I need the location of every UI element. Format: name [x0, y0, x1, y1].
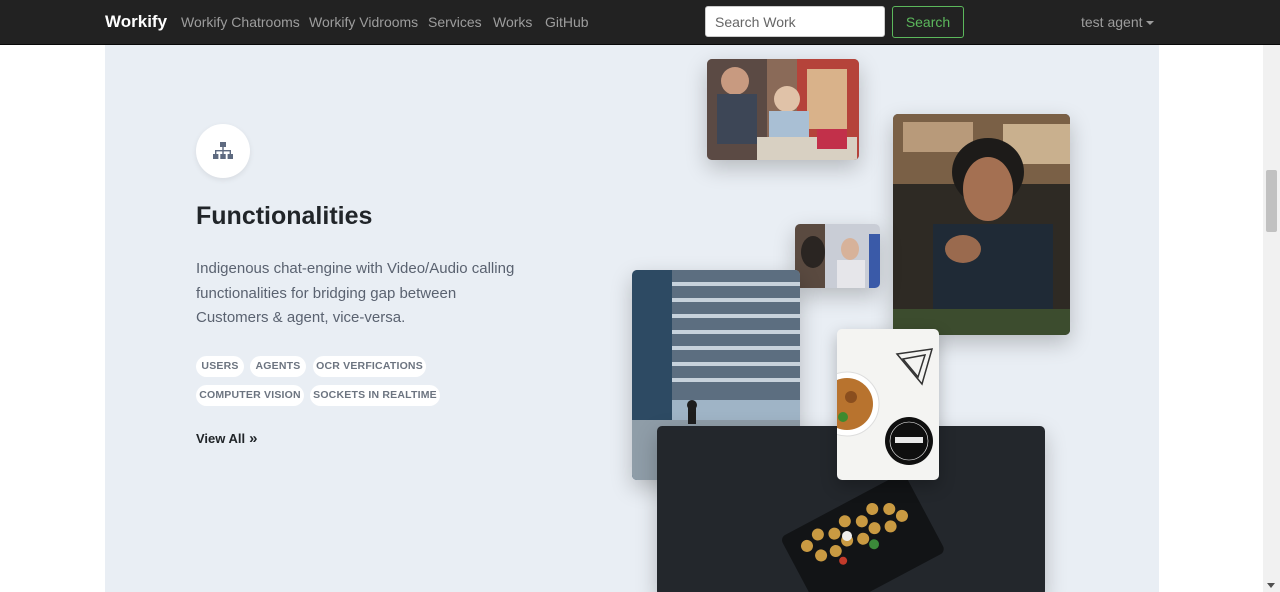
- nav-link-works[interactable]: Works: [493, 14, 532, 30]
- nav-link-chatrooms[interactable]: Workify Chatrooms: [181, 14, 300, 30]
- view-all-label: View All: [196, 431, 246, 446]
- search-input[interactable]: [705, 6, 885, 37]
- nav-link-vidrooms[interactable]: Workify Vidrooms: [309, 14, 418, 30]
- photo-women-chatting: [795, 224, 880, 288]
- tag-computer-vision: COMPUTER VISION: [196, 385, 304, 406]
- feature-title: Functionalities: [196, 202, 373, 230]
- nav-link-github[interactable]: GitHub: [545, 14, 589, 30]
- user-menu[interactable]: test agent: [1081, 14, 1154, 30]
- feature-icon-circle: [196, 124, 250, 178]
- scrollbar-thumb[interactable]: [1266, 170, 1277, 232]
- tag-users: USERS: [196, 356, 244, 377]
- feature-description: Indigenous chat-engine with Video/Audio …: [196, 260, 515, 326]
- caret-down-icon: [1145, 21, 1154, 26]
- photo-woman-portrait: [893, 114, 1070, 335]
- tag-sockets-realtime: SOCKETS IN REALTIME: [310, 385, 440, 406]
- page-scrollbar[interactable]: [1263, 45, 1280, 592]
- sitemap-icon: [213, 142, 233, 159]
- top-navbar: Workify Workify Chatrooms Workify Vidroo…: [0, 0, 1280, 45]
- brand-logo[interactable]: Workify: [105, 12, 167, 32]
- tag-agents: AGENTS: [250, 356, 306, 377]
- view-all-link[interactable]: View All»: [196, 430, 257, 447]
- photo-men-at-table: [707, 59, 859, 160]
- scroll-down-arrow-icon[interactable]: [1267, 583, 1275, 588]
- feature-section: Functionalities Indigenous chat-engine w…: [105, 45, 1159, 592]
- tag-ocr-verifications: OCR VERFICATIONS: [313, 356, 426, 377]
- user-name: test agent: [1081, 14, 1143, 30]
- search-button[interactable]: Search: [892, 6, 964, 38]
- photo-bowl-stickers: [837, 329, 939, 480]
- double-chevron-right-icon: »: [249, 430, 258, 447]
- nav-link-services[interactable]: Services: [428, 14, 482, 30]
